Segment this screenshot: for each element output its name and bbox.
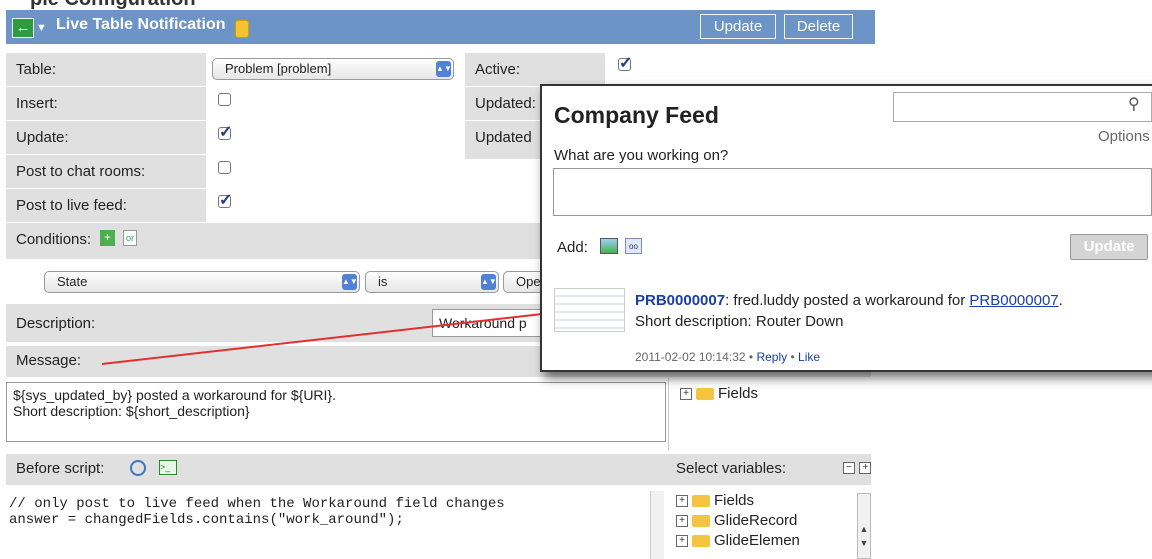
feed-prompt: What are you working on? (554, 147, 729, 164)
like-link[interactable]: Like (798, 350, 820, 364)
add-link-icon[interactable]: oo (625, 238, 642, 254)
post-meta: 2011-02-02 10:14:32 • Reply • Like (635, 350, 820, 364)
search-icon[interactable]: ⚲ (1128, 94, 1140, 114)
post-timestamp: 2011-02-02 10:14:32 (635, 350, 746, 364)
meta-separator: • (748, 350, 754, 364)
feed-update-button[interactable]: Update (1070, 234, 1148, 260)
feed-title: Company Feed (554, 102, 719, 128)
feed-options-link[interactable]: Options (1098, 128, 1150, 145)
post-short-description: Short description: Router Down (635, 313, 844, 330)
meta-separator: • (790, 350, 795, 364)
feed-post-textarea[interactable] (553, 168, 1152, 216)
reply-link[interactable]: Reply (756, 350, 787, 364)
post-text: : fred.luddy posted a workaround for (725, 292, 970, 309)
post-record-link-2[interactable]: PRB0000007 (969, 292, 1058, 309)
add-image-icon[interactable] (600, 238, 618, 254)
feed-post: PRB0000007: fred.luddy posted a workarou… (635, 290, 1145, 332)
post-end: . (1058, 292, 1063, 309)
post-record-link[interactable]: PRB0000007 (635, 292, 725, 309)
feed-add-label: Add: (557, 239, 588, 256)
post-thumbnail (554, 288, 625, 332)
feed-search-input[interactable] (893, 92, 1152, 122)
